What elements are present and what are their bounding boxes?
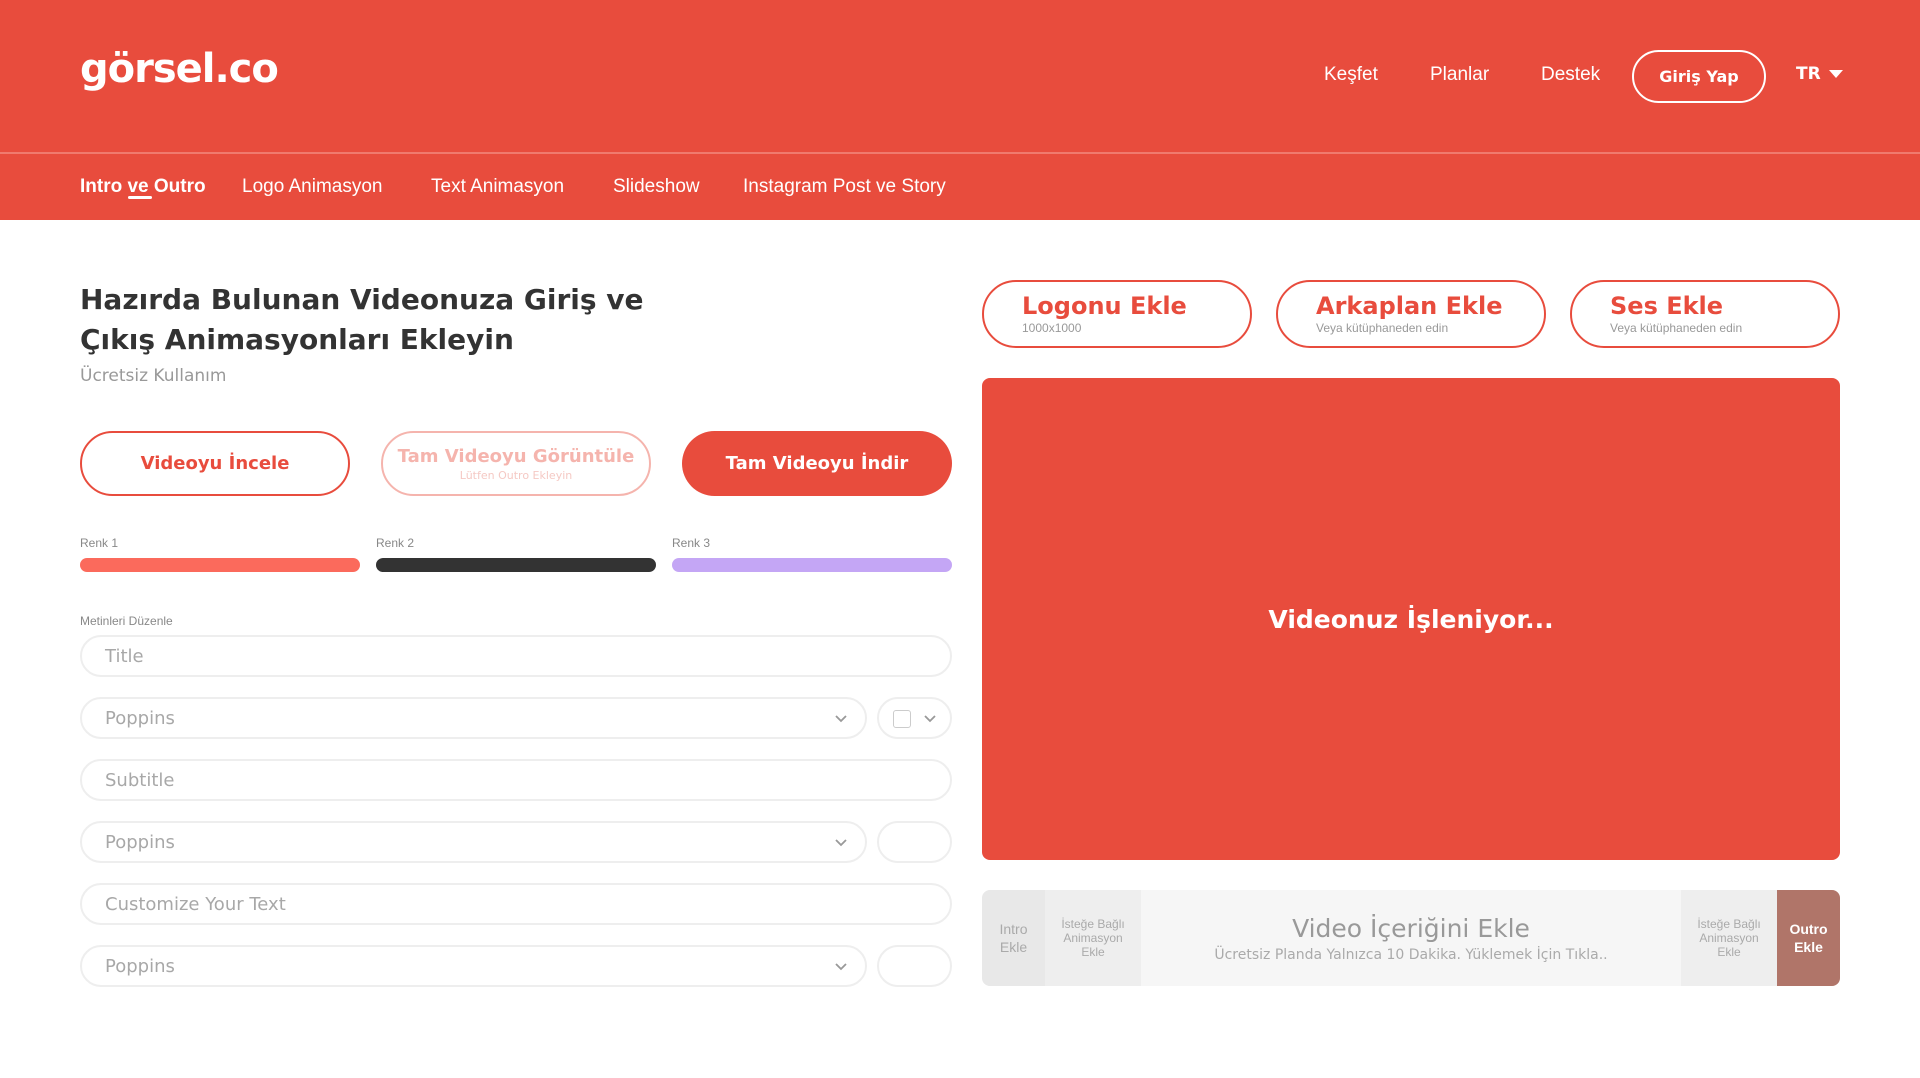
- chevron-down-icon: [835, 715, 847, 723]
- optional-after-line2: Animasyon: [1699, 931, 1759, 945]
- optional-before-line2: Animasyon: [1063, 931, 1123, 945]
- add-background-button[interactable]: Arkaplan Ekle Veya kütüphaneden edin: [1276, 280, 1546, 348]
- tab-slideshow[interactable]: Slideshow: [613, 176, 700, 198]
- color-3-swatch[interactable]: [672, 558, 952, 572]
- add-video-content-slot[interactable]: Video İçeriğini Ekle Ücretsiz Planda Yal…: [1141, 890, 1681, 986]
- add-background-title: Arkaplan Ekle: [1316, 292, 1503, 320]
- add-intro-line1: Intro: [999, 921, 1028, 937]
- title-input[interactable]: Title: [80, 635, 952, 677]
- optional-after-line1: İsteğe Bağlı: [1697, 917, 1761, 931]
- processing-status: Videonuz İşleniyor...: [1268, 604, 1554, 634]
- add-video-content-title: Video İçeriğini Ekle: [1292, 913, 1530, 943]
- download-video-button[interactable]: Tam Videoyu İndir: [682, 431, 952, 496]
- optional-before-line1: İsteğe Bağlı: [1061, 917, 1125, 931]
- nav-plans[interactable]: Planlar: [1430, 64, 1489, 86]
- language-selector[interactable]: TR: [1796, 64, 1843, 84]
- custom-text-input[interactable]: Customize Your Text: [80, 883, 952, 925]
- video-preview: Videonuz İşleniyor...: [982, 378, 1840, 860]
- color-1-label: Renk 1: [80, 536, 119, 550]
- custom-text-color-box[interactable]: [877, 945, 952, 987]
- nav-explore[interactable]: Keşfet: [1324, 64, 1378, 86]
- subtitle-font-value: Poppins: [105, 831, 175, 853]
- language-label: TR: [1796, 64, 1821, 84]
- add-intro-slot[interactable]: Intro Ekle: [982, 890, 1045, 986]
- nav-support[interactable]: Destek: [1541, 64, 1600, 86]
- tab-instagram[interactable]: Instagram Post ve Story: [743, 176, 946, 198]
- chevron-down-icon: [835, 839, 847, 847]
- active-tab-indicator: [128, 196, 152, 199]
- checkbox-icon[interactable]: [893, 710, 911, 728]
- caret-down-icon: [1828, 70, 1843, 78]
- page-title: Hazırda Bulunan Videonuza Giriş ve Çıkış…: [80, 283, 644, 356]
- chevron-down-icon: [924, 715, 936, 723]
- optional-after-line3: Ekle: [1717, 945, 1741, 959]
- view-full-video-hint: Lütfen Outro Ekleyin: [459, 468, 573, 482]
- site-logo[interactable]: görsel.co: [80, 46, 279, 92]
- view-full-video-button[interactable]: Tam Videoyu Görüntüle Lütfen Outro Ekley…: [381, 431, 651, 496]
- tab-logo-animation[interactable]: Logo Animasyon: [242, 176, 383, 198]
- title-style-dropdown[interactable]: [877, 697, 952, 739]
- tab-text-animation[interactable]: Text Animasyon: [431, 176, 564, 198]
- color-1-swatch[interactable]: [80, 558, 360, 572]
- edit-texts-label: Metinleri Düzenle: [80, 614, 173, 628]
- add-logo-button[interactable]: Logonu Ekle 1000x1000: [982, 280, 1252, 348]
- page-subtitle: Ücretsiz Kullanım: [80, 366, 227, 386]
- color-3-label: Renk 3: [672, 536, 711, 550]
- add-outro-slot[interactable]: Outro Ekle: [1777, 890, 1840, 986]
- subtitle-font-select[interactable]: Poppins: [80, 821, 867, 863]
- custom-text-font-value: Poppins: [105, 955, 175, 977]
- add-logo-title: Logonu Ekle: [1022, 292, 1187, 320]
- video-timeline: Intro Ekle İsteğe Bağlı Animasyon Ekle V…: [982, 890, 1840, 986]
- preview-video-button[interactable]: Videoyu İncele: [80, 431, 350, 496]
- top-header: görsel.co Keşfet Planlar Destek Giriş Ya…: [0, 0, 1920, 154]
- category-tabs: Intro ve Outro Logo Animasyon Text Anima…: [0, 154, 1920, 220]
- color-2-label: Renk 2: [376, 536, 415, 550]
- add-audio-button[interactable]: Ses Ekle Veya kütüphaneden edin: [1570, 280, 1840, 348]
- optional-before-line3: Ekle: [1081, 945, 1105, 959]
- add-intro-line2: Ekle: [999, 939, 1028, 955]
- add-optional-animation-after[interactable]: İsteğe Bağlı Animasyon Ekle: [1681, 890, 1777, 986]
- view-full-video-label: Tam Videoyu Görüntüle: [397, 445, 635, 467]
- custom-text-font-select[interactable]: Poppins: [80, 945, 867, 987]
- add-background-sub: Veya kütüphaneden edin: [1316, 321, 1449, 335]
- subtitle-color-box[interactable]: [877, 821, 952, 863]
- add-video-content-hint: Ücretsiz Planda Yalnızca 10 Dakika. Yükl…: [1214, 946, 1608, 963]
- add-optional-animation-before[interactable]: İsteğe Bağlı Animasyon Ekle: [1045, 890, 1141, 986]
- login-button[interactable]: Giriş Yap: [1632, 50, 1766, 103]
- subtitle-input[interactable]: Subtitle: [80, 759, 952, 801]
- tab-intro-outro[interactable]: Intro ve Outro: [80, 176, 206, 198]
- add-audio-title: Ses Ekle: [1610, 292, 1724, 320]
- add-outro-line1: Outro: [1789, 921, 1828, 937]
- add-logo-sub: 1000x1000: [1022, 321, 1082, 335]
- preview-video-label: Videoyu İncele: [140, 453, 290, 474]
- title-font-select[interactable]: Poppins: [80, 697, 867, 739]
- add-audio-sub: Veya kütüphaneden edin: [1610, 321, 1743, 335]
- title-font-value: Poppins: [105, 707, 175, 729]
- add-outro-line2: Ekle: [1794, 939, 1823, 955]
- color-2-swatch[interactable]: [376, 558, 656, 572]
- download-video-label: Tam Videoyu İndir: [725, 453, 909, 474]
- chevron-down-icon: [835, 963, 847, 971]
